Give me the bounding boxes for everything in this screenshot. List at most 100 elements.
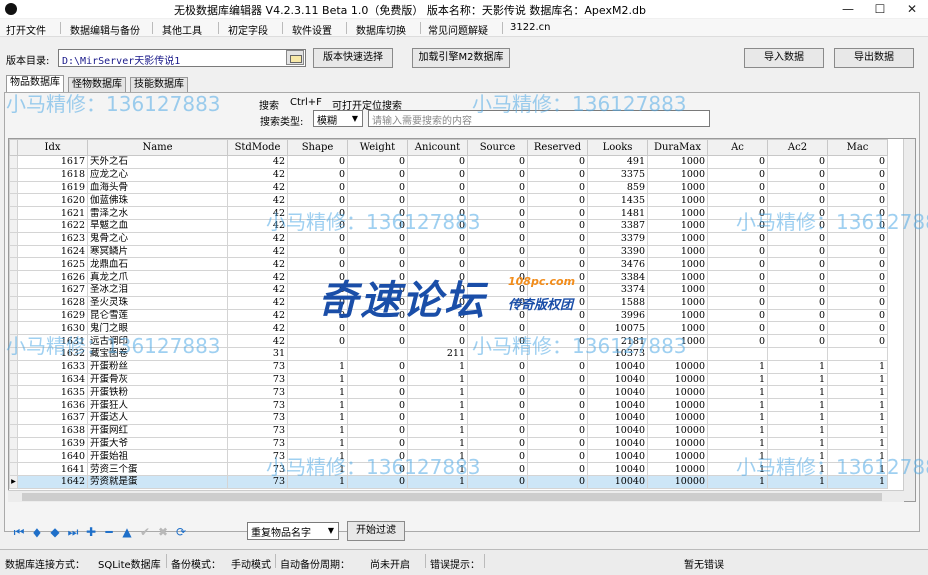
cell-shape[interactable]: 0 (287, 295, 348, 310)
column-header-idx[interactable]: Idx (17, 139, 88, 156)
cell-weight[interactable]: 0 (347, 436, 408, 451)
cell-reserved[interactable]: 0 (527, 321, 588, 336)
cell-mac[interactable]: 0 (827, 218, 888, 233)
cell-anicount[interactable]: 0 (407, 321, 468, 336)
cell-duramax[interactable]: 1000 (647, 334, 708, 348)
table-row[interactable]: 1624 寒冥鳞片 42 0 0 0 0 0 3390 1000 0 0 0 (9, 244, 888, 259)
row-indicator[interactable] (9, 462, 18, 476)
row-indicator[interactable] (9, 346, 18, 361)
table-row[interactable]: 1627 圣冰之泪 42 0 0 0 0 0 3374 1000 0 0 0 (9, 282, 888, 297)
cell-ac[interactable]: 0 (707, 231, 768, 246)
cell-duramax[interactable]: 10000 (647, 372, 708, 387)
cell-reserved[interactable]: 0 (527, 295, 588, 310)
cell-stdmode[interactable]: 42 (227, 155, 288, 169)
cell-reserved[interactable]: 0 (527, 423, 588, 438)
cell-shape[interactable]: 0 (287, 334, 348, 348)
cell-ac2[interactable]: 0 (767, 334, 828, 348)
cell-stdmode[interactable]: 42 (227, 334, 288, 348)
cell-idx[interactable]: 1638 (17, 423, 88, 438)
cell-mac[interactable]: 0 (827, 282, 888, 297)
cell-looks[interactable]: 3375 (587, 167, 648, 182)
cell-weight[interactable]: 0 (347, 270, 408, 284)
column-header-reserved[interactable]: Reserved (527, 139, 588, 156)
cell-stdmode[interactable]: 42 (227, 167, 288, 182)
cell-ac[interactable]: 1 (707, 359, 768, 374)
cell-weight[interactable]: 0 (347, 372, 408, 387)
cell-anicount[interactable]: 0 (407, 193, 468, 208)
cell-looks[interactable]: 10040 (587, 474, 648, 489)
cell-anicount[interactable]: 0 (407, 218, 468, 233)
cell-reserved[interactable]: 0 (527, 359, 588, 374)
cell-name[interactable]: 伽蓝佛珠 (87, 193, 228, 208)
cell-idx[interactable]: 1626 (17, 270, 88, 284)
cell-ac2[interactable] (767, 346, 828, 361)
cell-ac[interactable]: 1 (707, 398, 768, 412)
cell-source[interactable]: 0 (467, 372, 528, 387)
cell-shape[interactable]: 1 (287, 449, 348, 464)
cell-duramax[interactable]: 1000 (647, 218, 708, 233)
cell-looks[interactable]: 3379 (587, 231, 648, 246)
cell-idx[interactable]: 1642 (17, 474, 88, 489)
row-indicator[interactable] (9, 410, 18, 425)
table-row[interactable]: 1635 开蛋铁粉 73 1 0 1 0 0 10040 10000 1 1 1 (9, 385, 888, 400)
column-header-ac[interactable]: Ac (707, 139, 768, 156)
cell-stdmode[interactable]: 42 (227, 295, 288, 310)
cell-mac[interactable]: 0 (827, 308, 888, 323)
cell-source[interactable]: 0 (467, 410, 528, 425)
cell-ac[interactable]: 1 (707, 436, 768, 451)
row-indicator[interactable] (9, 334, 18, 348)
cell-idx[interactable]: 1618 (17, 167, 88, 182)
cell-idx[interactable]: 1629 (17, 308, 88, 323)
cell-reserved[interactable]: 0 (527, 244, 588, 259)
cell-weight[interactable]: 0 (347, 410, 408, 425)
cell-idx[interactable]: 1628 (17, 295, 88, 310)
cell-duramax[interactable]: 10000 (647, 359, 708, 374)
cell-duramax[interactable]: 1000 (647, 308, 708, 323)
load-engine-db-button[interactable]: 加载引擎M2数据库 (412, 48, 510, 68)
cell-shape[interactable]: 1 (287, 462, 348, 476)
cell-stdmode[interactable]: 42 (227, 282, 288, 297)
cell-mac[interactable]: 0 (827, 257, 888, 272)
cell-weight[interactable]: 0 (347, 474, 408, 489)
cell-duramax[interactable]: 1000 (647, 321, 708, 336)
row-indicator[interactable] (9, 193, 18, 208)
cell-stdmode[interactable]: 73 (227, 410, 288, 425)
import-data-button[interactable]: 导入数据 (744, 48, 824, 68)
cell-ac2[interactable]: 1 (767, 449, 828, 464)
cell-weight[interactable]: 0 (347, 180, 408, 195)
cell-looks[interactable]: 3374 (587, 282, 648, 297)
cell-weight[interactable]: 0 (347, 398, 408, 412)
cell-shape[interactable]: 0 (287, 321, 348, 336)
cell-shape[interactable]: 0 (287, 308, 348, 323)
cell-ac[interactable]: 0 (707, 167, 768, 182)
cell-anicount[interactable]: 0 (407, 167, 468, 182)
cell-name[interactable]: 圣火灵珠 (87, 295, 228, 310)
cell-looks[interactable]: 10373 (587, 346, 648, 361)
minimize-button[interactable]: — (832, 0, 864, 18)
column-header-source[interactable]: Source (467, 139, 528, 156)
cell-anicount[interactable]: 1 (407, 474, 468, 489)
cell-shape[interactable]: 1 (287, 436, 348, 451)
cell-reserved[interactable]: 0 (527, 180, 588, 195)
cell-ac2[interactable]: 0 (767, 244, 828, 259)
cell-mac[interactable]: 1 (827, 385, 888, 400)
tab-items-db[interactable]: 物品数据库 (6, 75, 64, 93)
row-indicator[interactable] (9, 308, 18, 323)
cell-mac[interactable]: 0 (827, 244, 888, 259)
cell-ac2[interactable]: 1 (767, 398, 828, 412)
cell-stdmode[interactable]: 42 (227, 206, 288, 220)
grid-vertical-scrollbar[interactable] (903, 139, 915, 501)
cell-source[interactable]: 0 (467, 257, 528, 272)
cell-reserved[interactable] (527, 346, 588, 361)
cell-looks[interactable]: 859 (587, 180, 648, 195)
cell-name[interactable]: 劳资就是蛋 (87, 474, 228, 489)
cell-shape[interactable]: 1 (287, 474, 348, 489)
cell-ac2[interactable]: 1 (767, 385, 828, 400)
cell-looks[interactable]: 1481 (587, 206, 648, 220)
row-indicator[interactable] (9, 321, 18, 336)
cell-reserved[interactable]: 0 (527, 206, 588, 220)
cell-name[interactable]: 雷泽之水 (87, 206, 228, 220)
add-record-icon[interactable]: ✚ (84, 525, 98, 539)
cell-source[interactable]: 0 (467, 423, 528, 438)
cell-anicount[interactable]: 0 (407, 270, 468, 284)
